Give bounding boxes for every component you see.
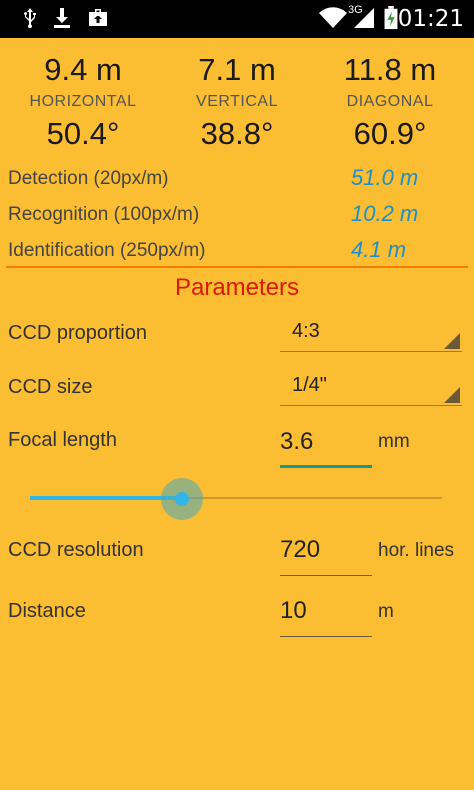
recognition-label: Recognition (100px/m) xyxy=(8,204,200,225)
clock: 01:21 xyxy=(397,6,464,32)
identification-row: Identification (250px/m) 4.1 m xyxy=(8,237,468,267)
recognition-row: Recognition (100px/m) 10.2 m xyxy=(8,201,468,231)
ccd-resolution-value: 720 xyxy=(280,536,321,563)
focal-length-input[interactable]: 3.6 xyxy=(280,424,372,468)
detection-value: 51.0 m xyxy=(351,165,419,190)
ccd-size-label: CCD size xyxy=(8,376,93,398)
identification-value: 4.1 m xyxy=(351,237,407,262)
slider-thumb[interactable] xyxy=(175,492,189,506)
focal-length-value: 3.6 xyxy=(280,428,314,455)
ccd-size-value: 1/4" xyxy=(292,374,327,396)
distance-label: Distance xyxy=(8,600,86,622)
diagonal-distance: 11.8 m xyxy=(343,52,437,87)
horizontal-angle: 50.4° xyxy=(46,116,120,151)
focal-length-unit: mm xyxy=(378,431,410,452)
ccd-proportion-label: CCD proportion xyxy=(8,322,147,344)
signal-3g-icon xyxy=(354,8,374,28)
horizontal-distance: 9.4 m xyxy=(44,52,122,87)
ccd-resolution-unit: hor. lines xyxy=(378,540,455,561)
distance-input[interactable]: 10 xyxy=(280,593,372,637)
slider-fill xyxy=(30,496,182,500)
focal-length-label: Focal length xyxy=(8,429,117,451)
download-icon xyxy=(54,8,70,28)
usb-icon xyxy=(24,8,36,29)
detection-label: Detection (20px/m) xyxy=(8,168,169,189)
dropdown-arrow-icon xyxy=(444,333,460,349)
ccd-proportion-value: 4:3 xyxy=(292,320,320,342)
vertical-distance: 7.1 m xyxy=(198,52,276,87)
vertical-angle: 38.8° xyxy=(200,116,274,151)
wifi-icon xyxy=(319,7,347,29)
ccd-resolution-input[interactable]: 720 xyxy=(280,532,372,576)
focal-length-slider[interactable] xyxy=(30,478,442,520)
input-underline xyxy=(280,575,372,576)
ccd-proportion-spinner[interactable]: 4:3 xyxy=(280,316,462,352)
ccd-resolution-label: CCD resolution xyxy=(8,539,144,561)
section-divider xyxy=(6,266,468,268)
ccd-size-spinner[interactable]: 1/4" xyxy=(280,370,462,406)
distance-row: 9.4 m 7.1 m 11.8 m xyxy=(0,52,474,92)
diagonal-angle: 60.9° xyxy=(353,116,427,151)
distance-value: 10 xyxy=(280,597,307,624)
horizontal-caption: HORIZONTAL xyxy=(29,93,137,110)
angle-row: 50.4° 38.8° 60.9° xyxy=(0,116,474,156)
briefcase-icon xyxy=(89,9,107,26)
dropdown-arrow-icon xyxy=(444,387,460,403)
distance-unit: m xyxy=(378,601,394,622)
input-underline xyxy=(280,636,372,637)
recognition-value: 10.2 m xyxy=(351,201,419,226)
identification-label: Identification (250px/m) xyxy=(8,240,206,261)
detection-row: Detection (20px/m) 51.0 m xyxy=(8,165,468,195)
diagonal-caption: DIAGONAL xyxy=(346,93,434,110)
focus-underline xyxy=(280,465,372,468)
vertical-caption: VERTICAL xyxy=(196,93,278,110)
parameters-title: Parameters xyxy=(174,274,300,301)
status-bar: 3G 01:21 xyxy=(0,0,474,38)
